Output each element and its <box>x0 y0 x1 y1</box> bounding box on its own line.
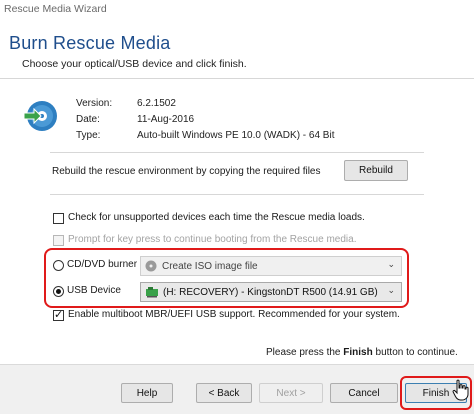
type-value: Auto-built Windows PE 10.0 (WADK) - 64 B… <box>137 130 335 141</box>
version-label: Version: <box>76 98 113 109</box>
type-label: Type: <box>76 130 101 141</box>
date-label: Date: <box>76 114 100 125</box>
check-unsupported-label: Check for unsupported devices each time … <box>68 212 365 223</box>
finish-hint-bold: Finish <box>343 347 373 358</box>
device-highlight-box <box>44 248 409 308</box>
header-divider <box>0 78 474 79</box>
window-title: Rescue Media Wizard <box>4 3 107 15</box>
multiboot-checkbox[interactable] <box>53 308 64 321</box>
version-value: 6.2.1502 <box>137 98 176 109</box>
rebuild-button[interactable]: Rebuild <box>344 160 408 181</box>
title-bar: Rescue Media Wizard <box>0 0 474 18</box>
page-subtitle: Choose your optical/USB device and click… <box>22 58 247 70</box>
finish-hint: Please press the Finish button to contin… <box>266 347 458 358</box>
next-button[interactable]: Next > <box>259 383 323 403</box>
back-button[interactable]: < Back <box>196 383 252 403</box>
finish-hint-prefix: Please press the <box>266 347 341 358</box>
rebuild-divider <box>50 194 424 195</box>
date-value: 11-Aug-2016 <box>137 114 195 125</box>
help-button[interactable]: Help <box>121 383 173 403</box>
rebuild-text: Rebuild the rescue environment by copyin… <box>52 166 321 177</box>
prompt-key-checkbox[interactable] <box>53 235 64 246</box>
info-divider <box>50 152 424 153</box>
page-title: Burn Rescue Media <box>9 33 171 53</box>
hand-cursor-icon <box>452 379 469 401</box>
cancel-button[interactable]: Cancel <box>330 383 398 403</box>
prompt-key-label: Prompt for key press to continue booting… <box>68 234 357 245</box>
check-unsupported-checkbox[interactable] <box>53 213 64 224</box>
rescue-disc-icon <box>23 101 57 131</box>
multiboot-label: Enable multiboot MBR/UEFI USB support. R… <box>68 309 400 320</box>
finish-hint-suffix: button to continue. <box>375 347 458 358</box>
